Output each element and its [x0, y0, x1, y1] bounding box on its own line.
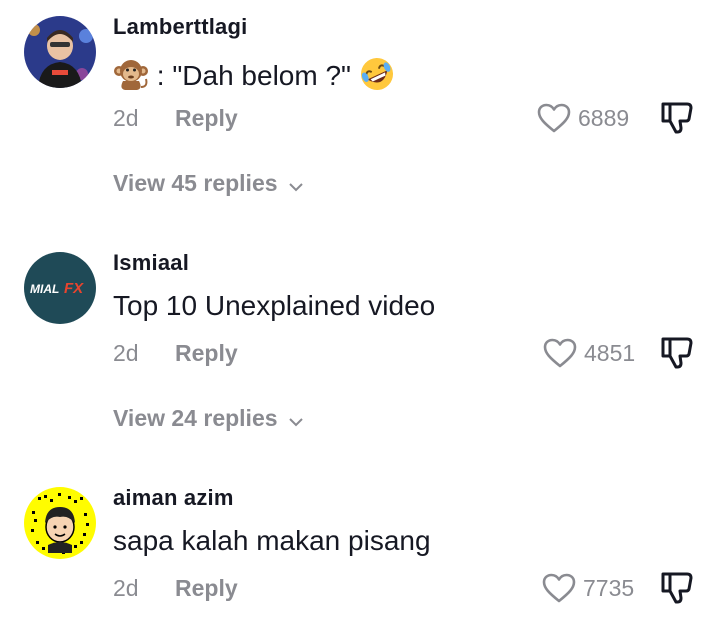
comment-text: : "Dah belom ?" — [113, 56, 395, 99]
view-replies-count: 45 — [171, 170, 197, 196]
monkey-emoji-icon — [113, 57, 149, 98]
username[interactable]: Lamberttlagi — [113, 14, 247, 40]
view-replies-button[interactable]: View 24 replies — [113, 405, 304, 433]
like-count: 7735 — [583, 575, 635, 601]
dislike-icon[interactable] — [660, 335, 694, 371]
like-count: 6889 — [578, 105, 630, 131]
comment-time: 2d — [113, 575, 139, 601]
avatar[interactable] — [24, 487, 96, 559]
comment-text: sapa kalah makan pisang — [113, 525, 431, 556]
avatar-logo-text-1: MIAL — [30, 282, 59, 296]
avatar-logo-text-2: FX — [64, 280, 84, 297]
comment-item: Lamberttlagi : "Dah belom ?" 2d Reply 68… — [0, 0, 720, 210]
view-replies-suffix: replies — [203, 170, 278, 196]
view-replies-suffix: replies — [203, 405, 278, 431]
comment-text: Top 10 Unexplained video — [113, 290, 436, 321]
comment-text-body: : "Dah belom ?" — [156, 59, 351, 91]
view-replies-label: View — [113, 405, 165, 431]
username[interactable]: Ismiaal — [113, 250, 189, 276]
avatar[interactable] — [24, 16, 96, 88]
dislike-icon[interactable] — [660, 570, 694, 606]
reply-button[interactable]: Reply — [175, 340, 238, 367]
reply-button[interactable]: Reply — [175, 105, 238, 132]
comment-item: MIAL FX Ismiaal Top 10 Unexplained video… — [0, 235, 720, 445]
dislike-icon[interactable] — [660, 100, 694, 136]
chevron-down-icon — [288, 171, 304, 198]
rofl-emoji-icon — [359, 56, 395, 99]
avatar[interactable]: MIAL FX — [24, 252, 96, 324]
heart-icon[interactable] — [542, 337, 578, 369]
reply-button[interactable]: Reply — [175, 575, 238, 602]
like-count: 4851 — [584, 340, 636, 366]
heart-icon[interactable] — [536, 102, 572, 134]
view-replies-count: 24 — [171, 405, 197, 431]
comment-time: 2d — [113, 340, 139, 366]
username[interactable]: aiman azim — [113, 485, 234, 511]
comment-item: aiman azim sapa kalah makan pisang 2d Re… — [0, 470, 720, 624]
heart-icon[interactable] — [541, 572, 577, 604]
chevron-down-icon — [288, 406, 304, 433]
comment-time: 2d — [113, 105, 139, 131]
view-replies-button[interactable]: View 45 replies — [113, 170, 304, 198]
view-replies-label: View — [113, 170, 165, 196]
